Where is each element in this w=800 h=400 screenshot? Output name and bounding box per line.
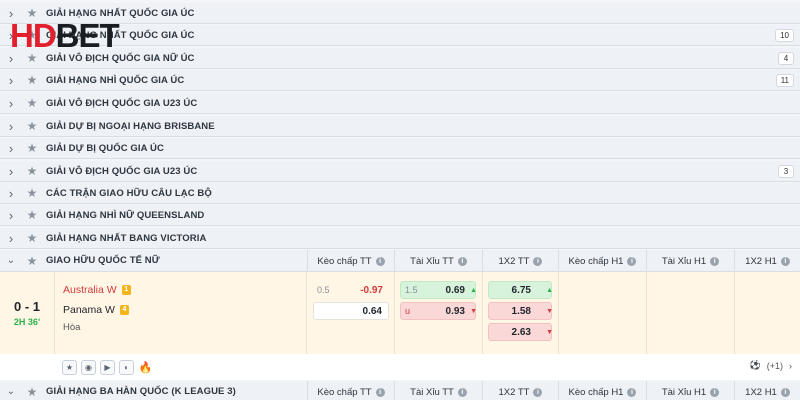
- info-icon[interactable]: i: [457, 387, 467, 397]
- col-header-ou-h1: Tài Xỉu H1 i: [646, 381, 734, 400]
- star-icon[interactable]: ★: [22, 73, 42, 87]
- col-header-handicap-h1: Kèo chấp H1 i: [558, 250, 646, 272]
- info-icon[interactable]: i: [627, 387, 637, 397]
- video-play-icon[interactable]: ▶: [100, 359, 115, 375]
- league-row[interactable]: › ★ GIẢI VÔ ĐỊCH QUỐC GIA U23 ÚC: [0, 93, 800, 114]
- col-header-1x2-ft: 1X2 TT i: [482, 250, 558, 272]
- chevron-right-icon: ›: [789, 360, 792, 371]
- arrow-down-icon: ▼: [546, 307, 553, 315]
- chevron-right-icon[interactable]: ›: [0, 228, 22, 249]
- more-bets[interactable]: ⚽ (+1) ›: [750, 360, 792, 371]
- x12-away-odd[interactable]: 1.58 ▼: [488, 302, 553, 320]
- info-icon[interactable]: i: [627, 256, 637, 266]
- score-cell: 0 - 1 2H 36': [0, 272, 55, 354]
- fire-icon[interactable]: 🔥: [138, 360, 153, 375]
- chevron-right-icon[interactable]: ›: [0, 205, 22, 226]
- star-icon[interactable]: ★: [22, 164, 42, 178]
- col-header-ou-h1: Tài Xỉu H1 i: [646, 250, 734, 272]
- draw-label: Hòa: [63, 322, 81, 333]
- match-row: 0 - 1 2H 36' Australia W 1 Panama W 4 Hò…: [0, 272, 800, 380]
- under-odd[interactable]: u 0.93 ▼: [400, 302, 477, 320]
- handicap-away-odd[interactable]: 0.64: [313, 302, 389, 320]
- odds-page: HD BET › ★ GIẢI HẠNG NHẤT QUỐC GIA ÚC › ★…: [0, 0, 800, 400]
- chevron-right-icon[interactable]: ›: [0, 116, 22, 137]
- arrow-up-icon: ▲: [470, 286, 477, 294]
- match-actions: ★ ◉ ▶ ◐ 🔥 ⚽ (+1) ›: [0, 354, 800, 380]
- star-icon[interactable]: ★: [22, 141, 42, 155]
- chevron-down-icon[interactable]: ⌄: [0, 250, 22, 271]
- chevron-right-icon[interactable]: ›: [0, 183, 22, 204]
- col-header-1x2-ft: 1X2 TT i: [482, 381, 558, 400]
- league-row[interactable]: › ★ GIẢI HẠNG NHÌ QUỐC GIA ÚC 11: [0, 70, 800, 91]
- teams-cell: Australia W 1 Panama W 4 Hòa: [55, 272, 307, 354]
- star-icon[interactable]: ★: [22, 231, 42, 245]
- info-icon[interactable]: i: [710, 387, 720, 397]
- league-row[interactable]: › ★ GIẢI HẠNG NHÌ NỮ QUEENSLAND: [0, 205, 800, 226]
- over-odd[interactable]: 1.5 0.69 ▲: [400, 281, 477, 299]
- star-icon[interactable]: ★: [22, 96, 42, 110]
- home-team: Australia W 1: [63, 280, 306, 300]
- star-icon[interactable]: ★: [22, 254, 42, 268]
- active-league-header[interactable]: ⌄ ★ GIAO HỮU QUỐC TẾ NỮ Kèo chấp TT i Tài…: [0, 250, 800, 272]
- league-row[interactable]: › ★ GIẢI VÔ ĐỊCH QUỐC GIA U23 ÚC 3: [0, 161, 800, 182]
- x12-draw-odd[interactable]: 2.63 ▼: [488, 323, 553, 341]
- info-icon[interactable]: i: [780, 387, 790, 397]
- chevron-right-icon[interactable]: ›: [0, 138, 22, 159]
- info-icon[interactable]: i: [457, 256, 467, 266]
- col-header-ou-ft: Tài Xỉu TT i: [394, 250, 482, 272]
- hdbet-logo: HD BET: [10, 17, 120, 54]
- league-row[interactable]: › ★ GIẢI DỰ BỊ NGOẠI HẠNG BRISBANE: [0, 116, 800, 137]
- chevron-right-icon[interactable]: ›: [0, 161, 22, 182]
- league-row[interactable]: › ★ GIẢI HẠNG NHẤT QUỐC GIA ÚC: [0, 3, 800, 24]
- soccer-ball-icon: ⚽: [749, 360, 761, 370]
- chevron-right-icon[interactable]: ›: [0, 70, 22, 91]
- star-icon[interactable]: ★: [22, 186, 42, 200]
- info-icon[interactable]: i: [533, 387, 543, 397]
- league-row[interactable]: › ★ CÁC TRẬN GIAO HỮU CÂU LẠC BỘ: [0, 183, 800, 204]
- match-time: 2H 36': [13, 317, 41, 327]
- away-team: Panama W 4: [63, 300, 306, 320]
- match-score: 0 - 1: [13, 299, 40, 314]
- favorite-star-icon[interactable]: ★: [62, 359, 77, 375]
- match-count-badge: 10: [775, 28, 794, 42]
- info-icon[interactable]: i: [375, 256, 385, 266]
- info-icon[interactable]: i: [780, 256, 790, 266]
- star-icon[interactable]: ★: [22, 385, 42, 399]
- odds-area: 0.5 -0.97 0.64 1.5 0.69 ▲ u 0.93 ▼ 6.75 …: [307, 272, 800, 354]
- arrow-down-icon: ▼: [546, 328, 553, 336]
- star-icon[interactable]: ★: [22, 208, 42, 222]
- chevron-down-icon[interactable]: ⌄: [0, 381, 22, 400]
- info-icon[interactable]: i: [375, 387, 385, 397]
- eye-icon[interactable]: ◉: [81, 359, 96, 375]
- league-row[interactable]: › ★ GIẢI VÔ ĐỊCH QUỐC GIA NỮ ÚC 4: [0, 48, 800, 69]
- arrow-up-icon: ▲: [546, 286, 553, 294]
- stats-icon[interactable]: ◐: [119, 359, 134, 375]
- x12-home-odd[interactable]: 6.75 ▲: [488, 281, 553, 299]
- yellow-card-icon: 1: [121, 285, 131, 295]
- col-header-handicap-h1: Kèo chấp H1 i: [558, 381, 646, 400]
- col-header-handicap-ft: Kèo chấp TT i: [307, 250, 394, 272]
- next-league-header[interactable]: ⌄ ★ GIẢI HẠNG BA HÀN QUỐC (K LEAGUE 3) K…: [0, 381, 800, 400]
- league-row[interactable]: › ★ GIẢI HẠNG NHẤT BANG VICTORIA: [0, 228, 800, 249]
- yellow-card-icon: 4: [119, 305, 129, 315]
- col-header-1x2-h1: 1X2 H1 i: [734, 381, 800, 400]
- handicap-home-odd[interactable]: 0.5 -0.97: [313, 281, 389, 299]
- star-icon[interactable]: ★: [22, 119, 42, 133]
- league-row[interactable]: › ★ GIẢI DỰ BỊ QUỐC GIA ÚC: [0, 138, 800, 159]
- match-count-badge: 4: [778, 51, 794, 65]
- match-count-badge: 3: [778, 164, 794, 178]
- col-header-handicap-ft: Kèo chấp TT i: [307, 381, 394, 400]
- arrow-down-icon: ▼: [470, 307, 477, 315]
- info-icon[interactable]: i: [533, 256, 543, 266]
- info-icon[interactable]: i: [710, 256, 720, 266]
- col-header-ou-ft: Tài Xỉu TT i: [394, 381, 482, 400]
- match-count-badge: 11: [775, 73, 794, 87]
- league-row[interactable]: › ★ GIẢI HẠNG NHẤT QUỐC GIA ÚC 10: [0, 25, 800, 46]
- col-header-1x2-h1: 1X2 H1 i: [734, 250, 800, 272]
- chevron-right-icon[interactable]: ›: [0, 93, 22, 114]
